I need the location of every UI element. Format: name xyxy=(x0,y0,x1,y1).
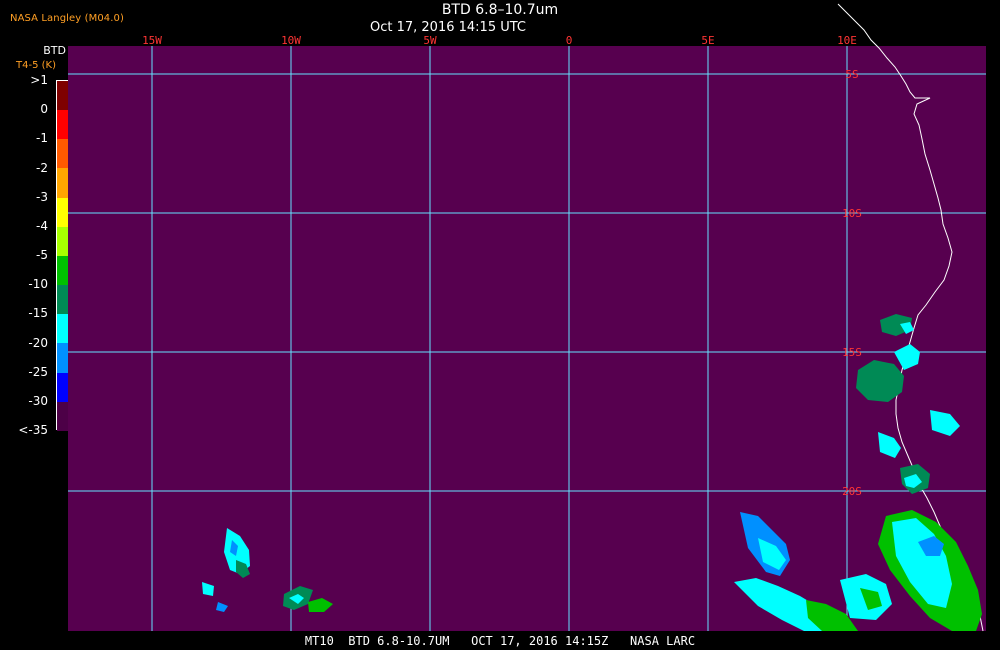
latitude-label: 10S xyxy=(842,207,862,220)
latitude-label: 15S xyxy=(842,346,862,359)
longitude-label: 10W xyxy=(281,34,301,47)
longitude-label: 0 xyxy=(566,34,573,47)
footer-caption: MT10 BTD 6.8-10.7UM OCT 17, 2016 14:15Z … xyxy=(304,634,696,648)
latitude-label: 5S xyxy=(845,68,858,81)
map-overlay: 15W 10W 5W 0 5E 10E 5S 10S 15S 20S xyxy=(68,3,986,632)
cloud-patch-east xyxy=(734,314,982,631)
longitude-label: 5W xyxy=(423,34,437,47)
satellite-image-view: NASA Langley (M04.0) BTD 6.8–10.7um Oct … xyxy=(0,0,1000,650)
longitude-label: 15W xyxy=(142,34,162,47)
cloud-patch-west xyxy=(202,528,333,612)
longitude-label: 10E xyxy=(837,34,857,47)
grid-labels: 15W 10W 5W 0 5E 10E 5S 10S 15S 20S xyxy=(142,34,862,498)
longitude-label: 5E xyxy=(701,34,714,47)
gridlines xyxy=(68,46,986,631)
latitude-label: 20S xyxy=(842,485,862,498)
